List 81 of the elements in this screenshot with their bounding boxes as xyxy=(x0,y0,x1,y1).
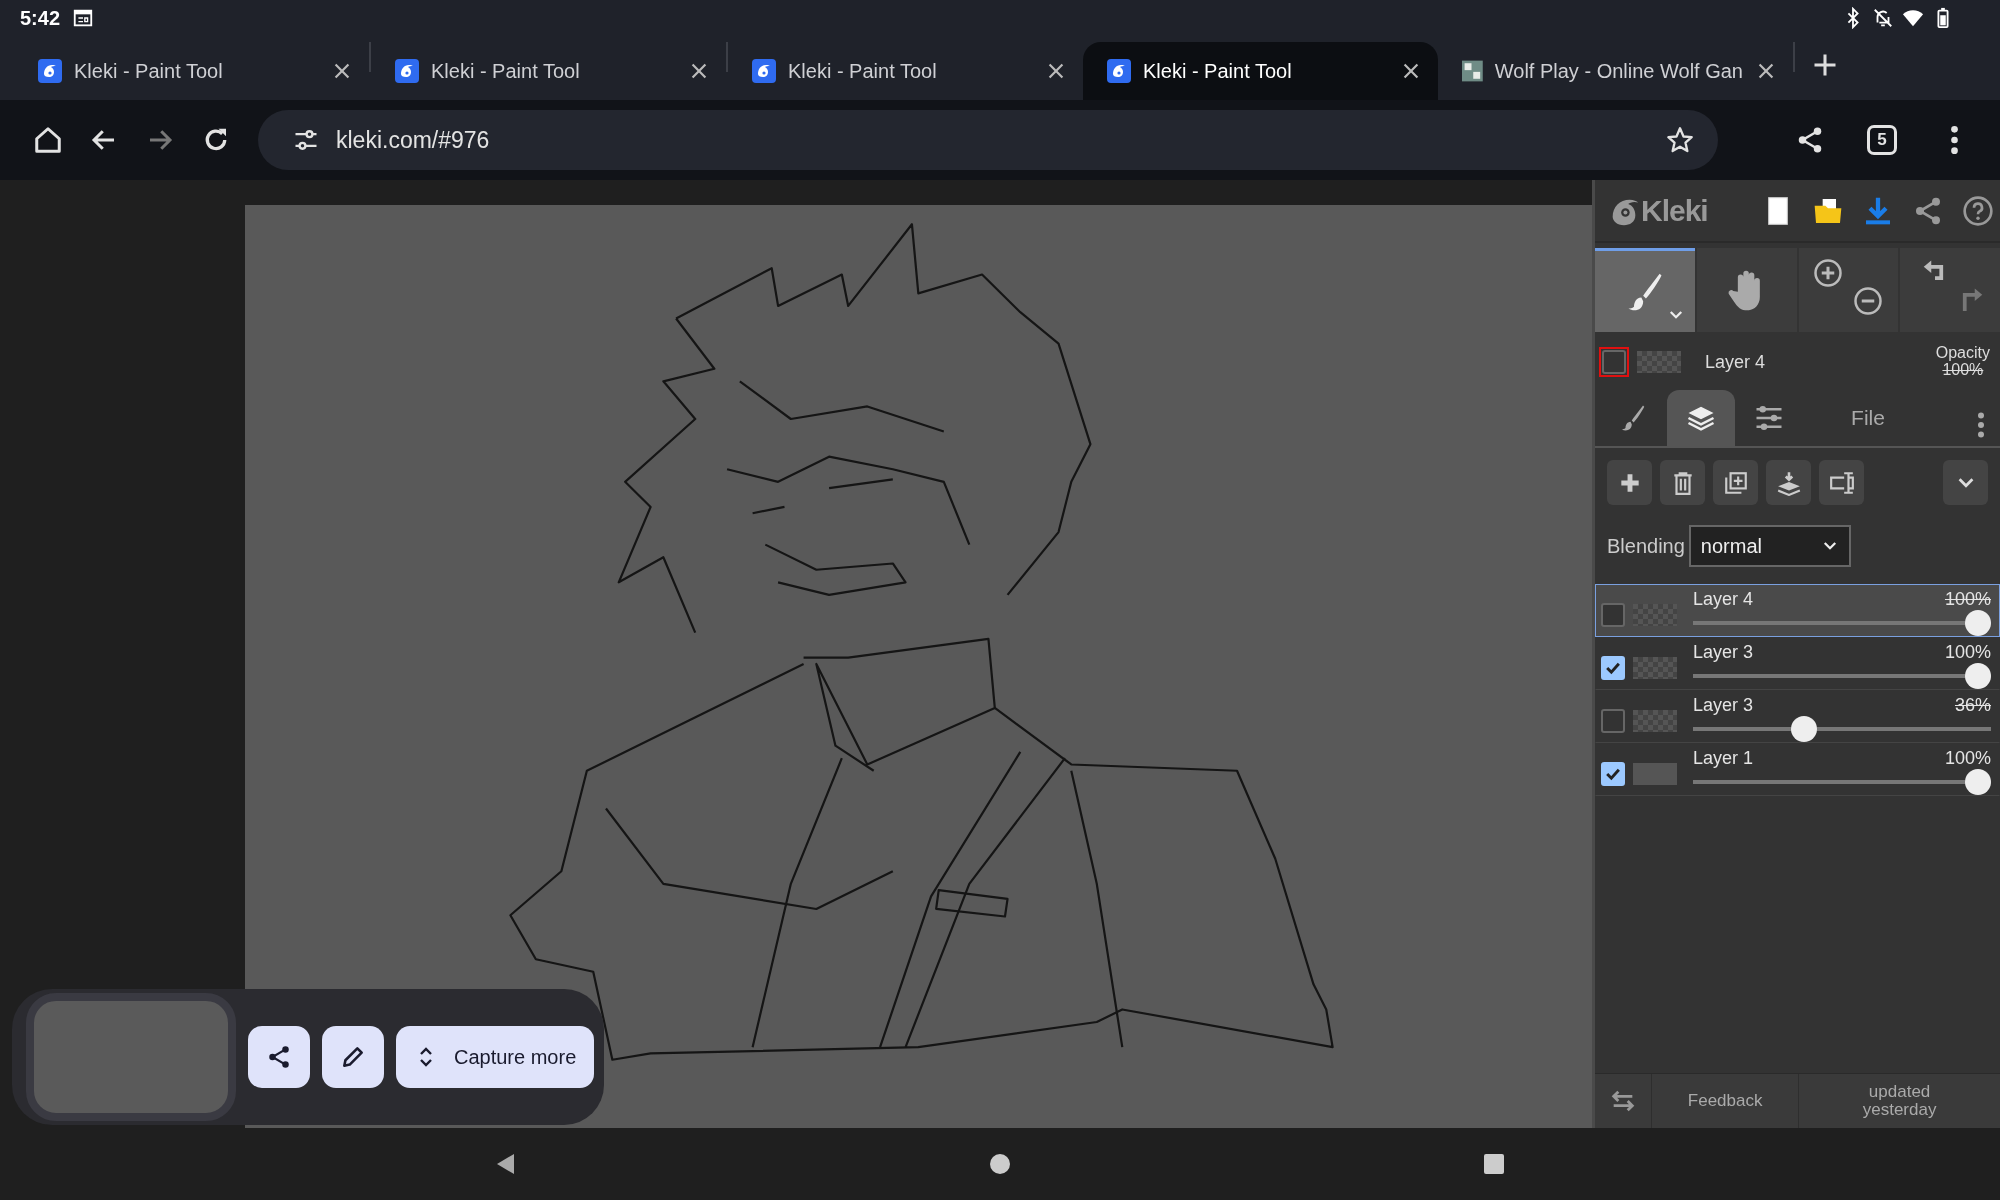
address-bar[interactable]: kleki.com/#976 xyxy=(258,110,1718,170)
slider-thumb[interactable] xyxy=(1965,662,1991,689)
browser-tab[interactable]: Wolf Play - Online Wolf Gan xyxy=(1438,42,1793,100)
layer-name: Layer 1 xyxy=(1693,748,1754,767)
app-logo-text: Kleki xyxy=(1641,193,1708,229)
blend-mode-dropdown[interactable]: normal xyxy=(1688,525,1851,567)
help-icon xyxy=(1962,194,1994,227)
edit-button[interactable] xyxy=(322,1026,384,1088)
slider-thumb[interactable] xyxy=(1790,715,1817,742)
blending-label: Blending xyxy=(1607,534,1685,559)
pencil-icon xyxy=(340,1044,366,1070)
browser-tab[interactable]: Kleki - Paint Tool xyxy=(371,42,726,100)
opacity-value: 100% xyxy=(1944,642,1991,661)
site-favicon-icon xyxy=(1462,59,1483,83)
more-button[interactable] xyxy=(1978,412,1984,438)
browser-tab[interactable]: Kleki - Paint Tool xyxy=(14,42,369,100)
layer-row[interactable]: Layer 1 100% xyxy=(1595,743,2000,796)
duplicate-icon xyxy=(1722,469,1749,496)
circle-icon xyxy=(988,1152,1012,1176)
layer-name: Layer 4 xyxy=(1693,589,1754,608)
opacity-value: 36% xyxy=(1954,695,1991,714)
text-cursor-icon xyxy=(1828,469,1855,496)
zoom-in-icon xyxy=(1812,258,1843,288)
zoom-in-button[interactable] xyxy=(1812,258,1843,288)
collapse-button[interactable] xyxy=(1943,460,1988,505)
layers-tab[interactable] xyxy=(1667,390,1735,446)
visibility-checkbox[interactable] xyxy=(1601,655,1625,680)
layer-thumbnail xyxy=(1637,351,1681,373)
add-layer-button[interactable] xyxy=(1607,460,1652,505)
site-logo-icon xyxy=(1107,59,1131,83)
screenshot-thumbnail[interactable] xyxy=(26,993,236,1121)
zoom-out-icon xyxy=(1852,286,1883,316)
zoom-out-button[interactable] xyxy=(1852,286,1883,316)
opacity-label: Opacity xyxy=(1935,345,1990,362)
layer-name: Layer 3 xyxy=(1693,695,1754,714)
site-logo-icon xyxy=(395,59,419,83)
tab-count-button[interactable]: 5 xyxy=(1867,125,1897,155)
browser-tab[interactable]: Kleki - Paint Tool xyxy=(728,42,1083,100)
brush-tool-button[interactable] xyxy=(1595,248,1695,332)
layer-row[interactable]: Layer 3 36% xyxy=(1595,690,2000,743)
delete-layer-button[interactable] xyxy=(1660,460,1705,505)
layer-row[interactable]: Layer 3 100% xyxy=(1595,637,2000,690)
merge-down-icon xyxy=(1775,469,1802,496)
slider-thumb[interactable] xyxy=(1965,609,1991,636)
browser-tab[interactable]: Kleki - Paint Tool xyxy=(1083,42,1438,100)
home-nav-button[interactable] xyxy=(988,1152,1012,1176)
recents-nav-button[interactable] xyxy=(1482,1152,1506,1176)
layer-name: Layer 3 xyxy=(1693,642,1754,661)
visibility-checkbox[interactable] xyxy=(1601,602,1625,627)
bookmark-star-icon[interactable] xyxy=(1666,126,1694,154)
help-button[interactable] xyxy=(1962,194,1994,227)
hand-tool-button[interactable] xyxy=(1696,248,1797,332)
opacity-value: 100% xyxy=(1944,589,1991,608)
file-tab[interactable]: File xyxy=(1803,390,1933,446)
layer-row[interactable]: Layer 4 100% xyxy=(1595,584,2000,637)
home-icon xyxy=(33,125,63,155)
opacity-value: 100% xyxy=(1944,748,1991,767)
update-status: updated yesterday xyxy=(1861,1081,1938,1121)
share-button[interactable] xyxy=(248,1026,310,1088)
opacity-value: 100% xyxy=(1942,362,1984,379)
visibility-checkbox[interactable] xyxy=(1601,708,1625,733)
share-icon xyxy=(266,1044,292,1070)
more-icon xyxy=(1978,412,1984,438)
more-icon xyxy=(1950,126,1958,154)
muted-bell-icon xyxy=(1872,6,1894,29)
site-logo-icon xyxy=(752,59,776,83)
layer-thumbnail xyxy=(1633,656,1677,679)
visibility-checkbox[interactable] xyxy=(1602,350,1626,374)
clock-time: 5:42 xyxy=(20,5,61,31)
layer-thumbnail xyxy=(1633,709,1677,732)
capture-more-button[interactable]: Capture more xyxy=(396,1026,595,1088)
square-icon xyxy=(1482,1152,1506,1176)
sliders-icon xyxy=(1754,403,1784,433)
layer-name: Layer 4 xyxy=(1705,350,1766,374)
slider-thumb[interactable] xyxy=(1965,768,1991,795)
visibility-checkbox[interactable] xyxy=(1601,761,1625,786)
merge-layer-button[interactable] xyxy=(1766,460,1811,505)
duplicate-layer-button[interactable] xyxy=(1713,460,1758,505)
site-logo-icon xyxy=(38,59,62,83)
layer-thumbnail xyxy=(1633,762,1677,785)
rename-layer-button[interactable] xyxy=(1819,460,1864,505)
